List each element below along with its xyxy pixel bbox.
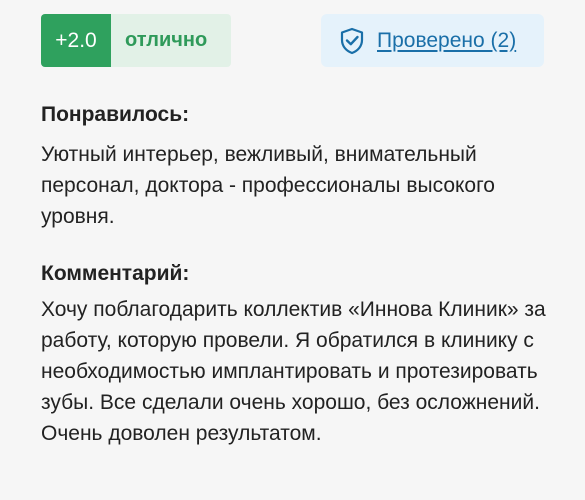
comment-text: Хочу поблагодарить коллектив «Иннова Кли… <box>41 298 546 445</box>
liked-title: Понравилось: <box>41 103 190 126</box>
shield-check-icon <box>339 27 365 55</box>
rating-badge: +2.0 отлично <box>41 14 231 67</box>
comment-title: Комментарий: <box>41 262 190 285</box>
rating-label: отлично <box>111 14 231 67</box>
verified-link[interactable]: Проверено (2) <box>377 29 516 53</box>
verified-button[interactable]: Проверено (2) <box>321 14 544 67</box>
rating-score: +2.0 <box>41 14 111 67</box>
liked-text: Уютный интерьер, вежливый, внимательный … <box>41 143 495 228</box>
